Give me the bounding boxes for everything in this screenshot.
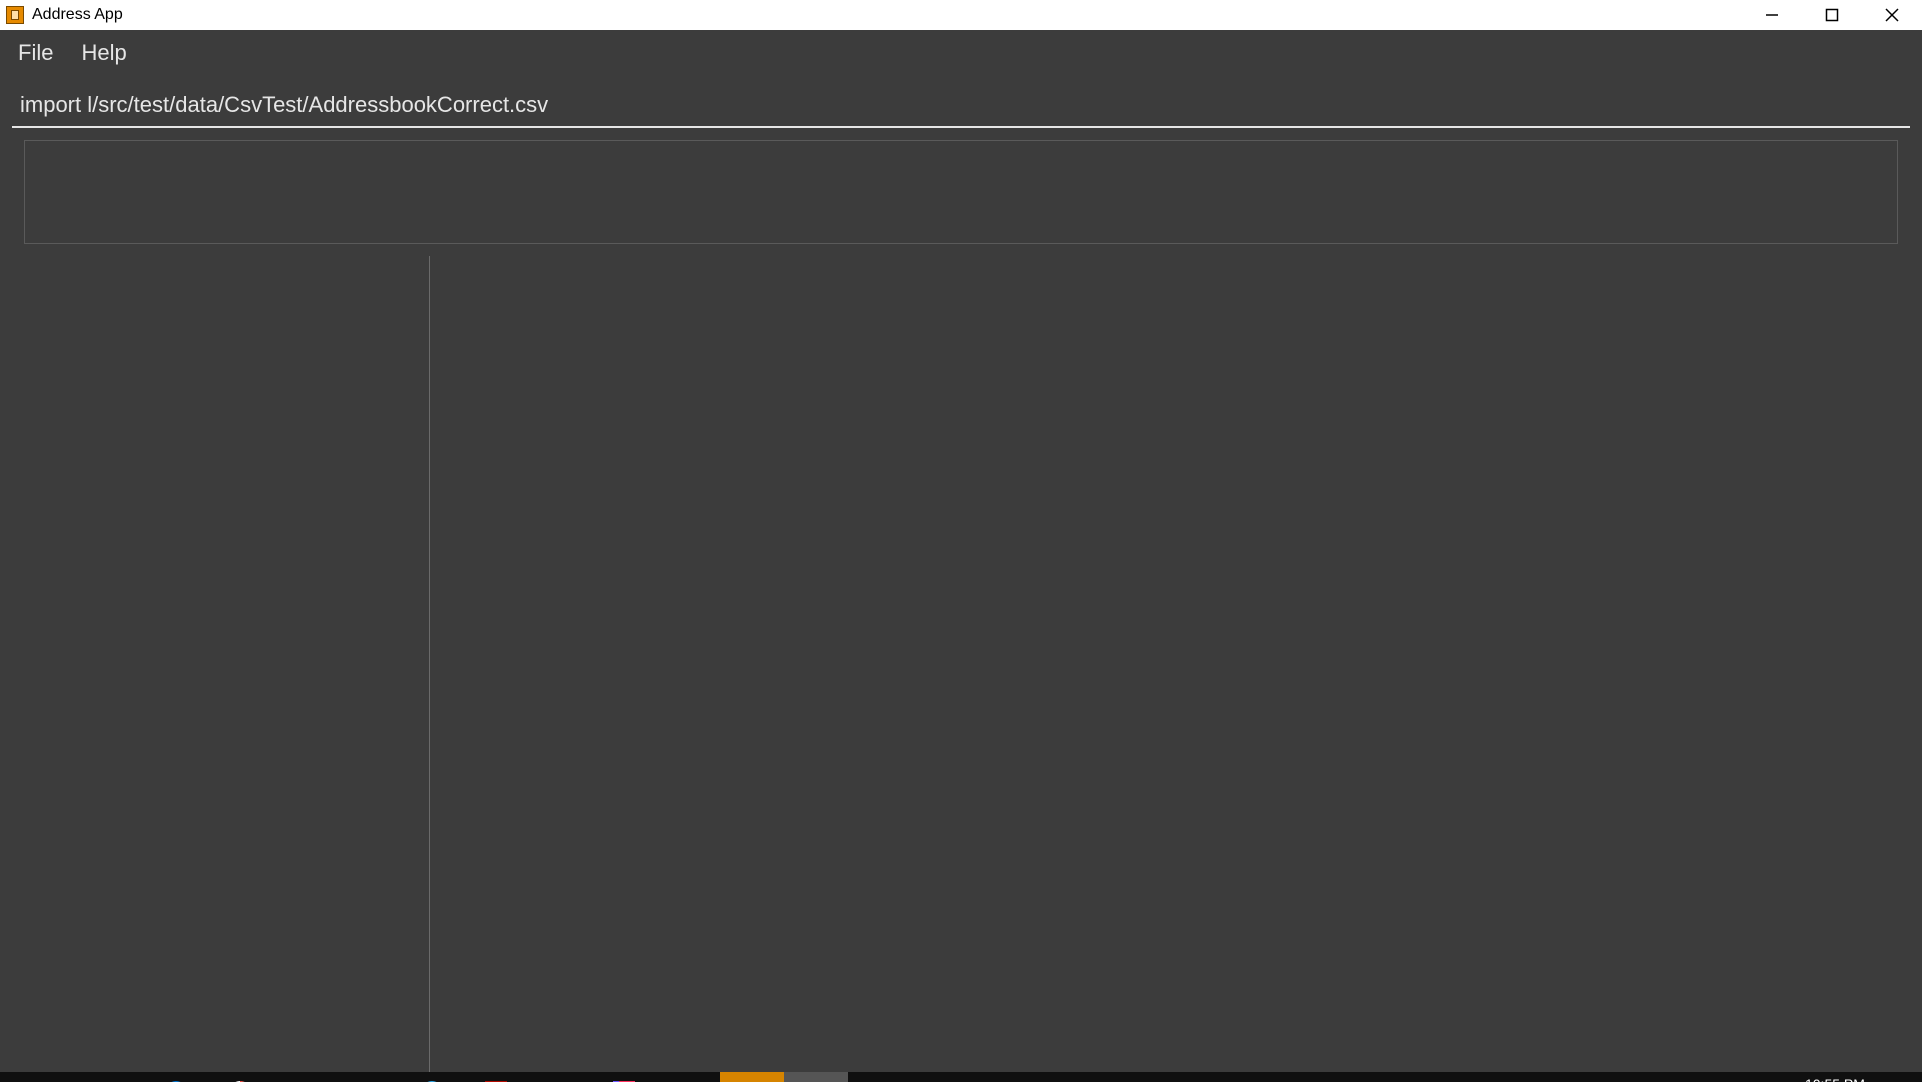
app-window: File Help [0, 30, 1922, 1072]
titlebar-left: Address App [0, 6, 123, 24]
close-button[interactable] [1862, 0, 1922, 30]
task-view-button[interactable] [96, 1072, 144, 1082]
taskbar-address-app[interactable] [784, 1072, 848, 1082]
maximize-button[interactable] [1802, 0, 1862, 30]
taskbar: IJ 30 [0, 1072, 1922, 1082]
app-icon [6, 6, 24, 24]
taskbar-clock[interactable]: 10:55 PM 10/16/2018 [1790, 1076, 1880, 1082]
taskbar-paint[interactable] [656, 1072, 720, 1082]
taskbar-edge[interactable] [144, 1072, 208, 1082]
command-input-wrap [12, 84, 1910, 128]
window-titlebar: Address App [0, 0, 1922, 30]
wifi-icon[interactable] [1692, 1072, 1720, 1082]
menubar: File Help [0, 30, 1922, 76]
taskbar-outlook[interactable] [272, 1072, 336, 1082]
taskbar-sourcetree[interactable] [528, 1072, 592, 1082]
minimize-button[interactable] [1742, 0, 1802, 30]
taskbar-telegram-active[interactable]: 30 [720, 1072, 784, 1082]
menu-file[interactable]: File [18, 40, 53, 66]
menu-help[interactable]: Help [81, 40, 126, 66]
tray-chevron-up-icon[interactable] [1636, 1072, 1664, 1082]
taskbar-file-explorer[interactable] [336, 1072, 400, 1082]
person-list-pane[interactable] [0, 256, 430, 1072]
taskbar-left: IJ 30 [0, 1072, 848, 1082]
content-area [0, 256, 1922, 1072]
clock-time: 10:55 PM [1800, 1076, 1870, 1082]
search-button[interactable] [48, 1072, 96, 1082]
battery-icon[interactable] [1664, 1072, 1692, 1082]
window-controls [1742, 0, 1922, 30]
detail-pane [430, 256, 1922, 1072]
taskbar-chrome[interactable] [208, 1072, 272, 1082]
start-button[interactable] [0, 1072, 48, 1082]
people-icon[interactable] [1608, 1072, 1636, 1082]
taskbar-telegram-desktop[interactable] [400, 1072, 464, 1082]
window-title: Address App [32, 6, 123, 24]
command-area [0, 76, 1922, 256]
result-output-box [24, 140, 1898, 244]
system-tray: ENG 10:55 PM 10/16/2018 [1608, 1072, 1922, 1082]
taskbar-adobe-reader[interactable] [464, 1072, 528, 1082]
taskbar-intellij[interactable]: IJ [592, 1072, 656, 1082]
volume-muted-icon[interactable] [1720, 1072, 1748, 1082]
command-input[interactable] [12, 92, 1910, 118]
